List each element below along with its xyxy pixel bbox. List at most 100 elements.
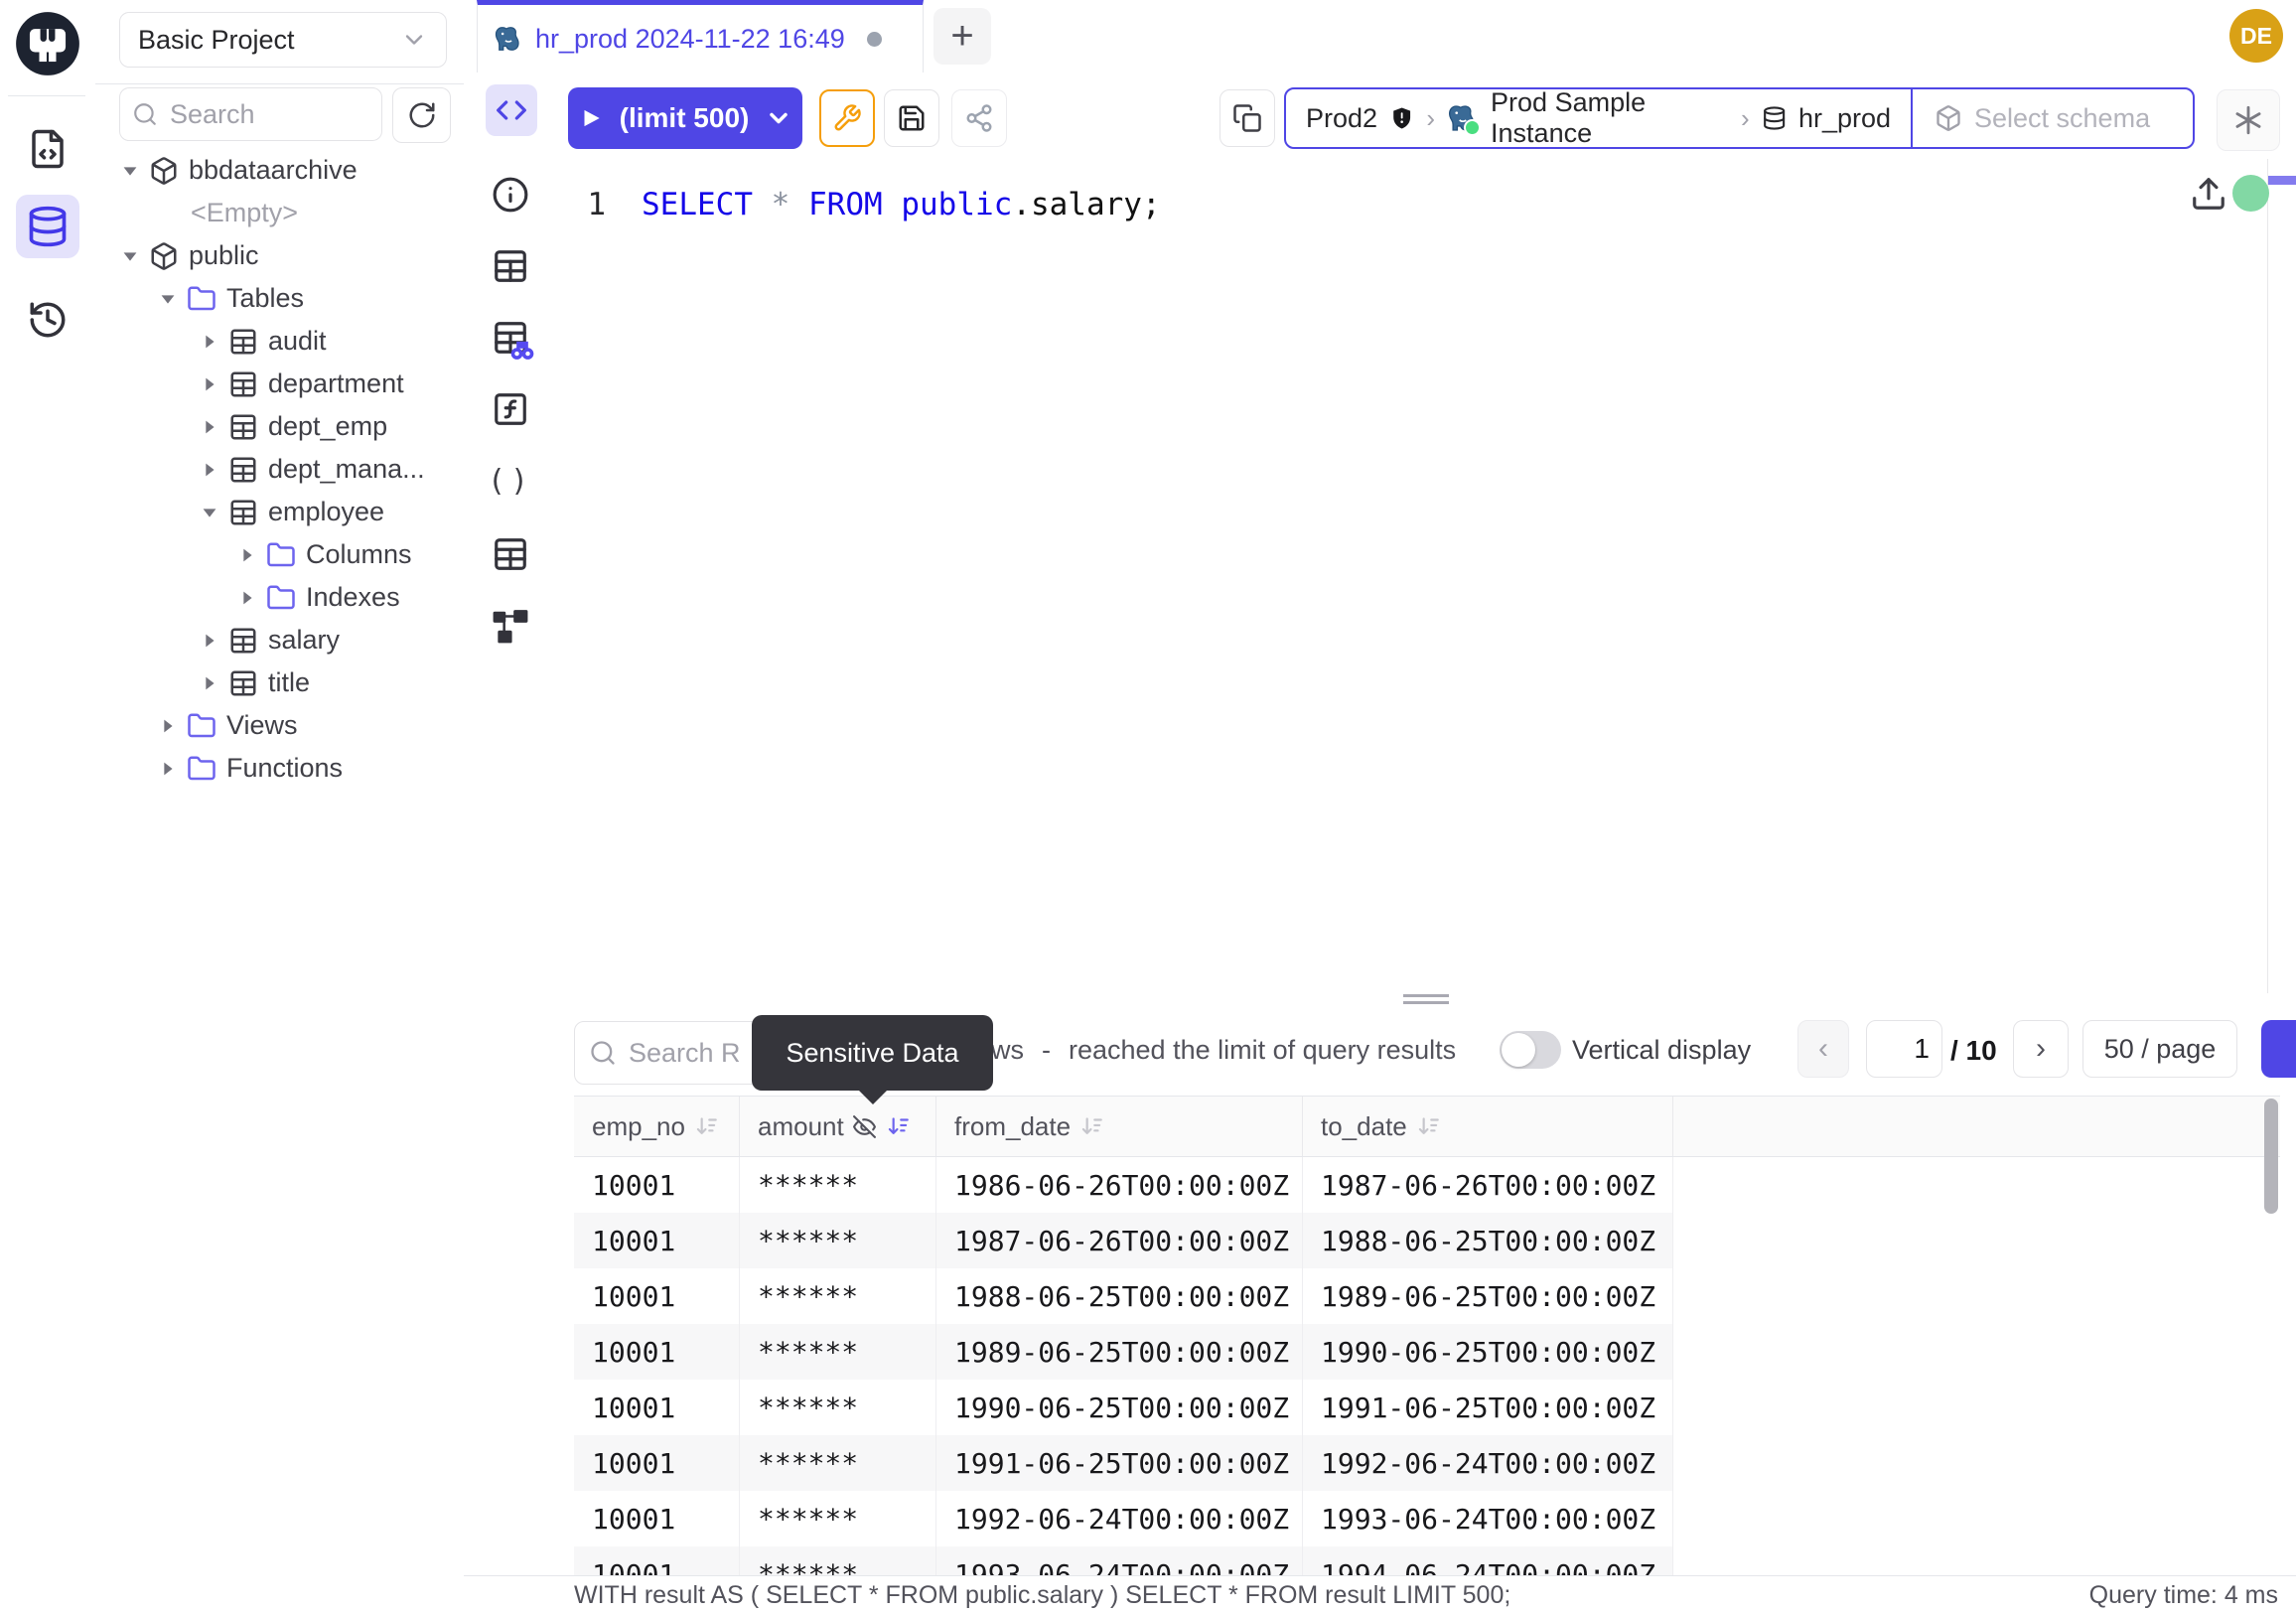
procedures-panel-icon[interactable]: () xyxy=(491,461,530,501)
cell[interactable]: 1988-06-25T00:00:00Z xyxy=(936,1268,1303,1324)
sidebar-search[interactable] xyxy=(119,87,382,141)
cell[interactable]: 10001 xyxy=(574,1546,740,1575)
table-row[interactable]: 10001******1988-06-25T00:00:00Z1989-06-2… xyxy=(574,1268,2280,1324)
project-select[interactable]: Basic Project xyxy=(119,12,447,68)
tree-item-department[interactable]: department xyxy=(95,363,464,405)
avatar[interactable]: DE xyxy=(2229,9,2283,63)
refresh-button[interactable] xyxy=(392,87,451,143)
tree-item-tables[interactable]: Tables xyxy=(95,277,464,320)
ai-assistant-button[interactable] xyxy=(2217,89,2280,151)
cell[interactable]: ****** xyxy=(740,1435,936,1491)
sort-icon[interactable] xyxy=(885,1113,911,1139)
cell[interactable]: 1994-06-24T00:00:00Z xyxy=(1303,1546,1673,1575)
column-header-from-date[interactable]: from_date xyxy=(936,1097,1303,1156)
cell[interactable]: ****** xyxy=(740,1324,936,1380)
cell[interactable]: 1988-06-25T00:00:00Z xyxy=(1303,1213,1673,1268)
cell[interactable]: ****** xyxy=(740,1546,936,1575)
schema-select[interactable]: Select schema xyxy=(1913,103,2172,134)
column-header-amount[interactable]: amount xyxy=(740,1097,936,1156)
cell[interactable]: 10001 xyxy=(574,1435,740,1491)
sort-icon[interactable] xyxy=(1078,1113,1104,1139)
column-header-emp-no[interactable]: emp_no xyxy=(574,1097,740,1156)
table-row[interactable]: 10001******1992-06-24T00:00:00Z1993-06-2… xyxy=(574,1491,2280,1546)
tree-item-indexes[interactable]: Indexes xyxy=(95,576,464,619)
upload-icon[interactable] xyxy=(2190,175,2227,213)
cell[interactable]: 10001 xyxy=(574,1157,740,1213)
share-button[interactable] xyxy=(951,89,1007,147)
history-nav-icon[interactable] xyxy=(24,296,72,344)
tree-item-employee[interactable]: employee xyxy=(95,491,464,533)
schema-diagram-panel-icon[interactable] xyxy=(491,606,530,646)
table-row[interactable]: 10001******1989-06-25T00:00:00Z1990-06-2… xyxy=(574,1324,2280,1380)
chevron-down-icon[interactable] xyxy=(765,104,792,132)
panel-splitter[interactable] xyxy=(556,993,2296,1005)
cell[interactable]: 1991-06-25T00:00:00Z xyxy=(936,1435,1303,1491)
cell[interactable]: 1986-06-26T00:00:00Z xyxy=(936,1157,1303,1213)
cell[interactable]: 1990-06-25T00:00:00Z xyxy=(936,1380,1303,1435)
cell[interactable]: 1993-06-24T00:00:00Z xyxy=(1303,1491,1673,1546)
sensitive-data-panel-icon[interactable] xyxy=(491,318,530,358)
cell[interactable]: ****** xyxy=(740,1157,936,1213)
sort-icon[interactable] xyxy=(1415,1113,1441,1139)
code-panel-button[interactable] xyxy=(486,84,537,136)
tab-hr-prod[interactable]: hr_prod 2024-11-22 16:49 xyxy=(477,0,924,73)
page-number-box[interactable] xyxy=(1866,1020,1942,1078)
functions-panel-icon[interactable] xyxy=(491,389,530,429)
cell[interactable]: 10001 xyxy=(574,1213,740,1268)
tree-item-bbdataarchive[interactable]: bbdataarchive xyxy=(95,149,464,192)
cell[interactable]: ****** xyxy=(740,1268,936,1324)
page-size-select[interactable]: 50 / page xyxy=(2082,1020,2237,1078)
cell[interactable]: 1990-06-25T00:00:00Z xyxy=(1303,1324,1673,1380)
save-button[interactable] xyxy=(884,89,939,147)
editor-scrollbar[interactable] xyxy=(2267,159,2296,993)
cell[interactable]: ****** xyxy=(740,1213,936,1268)
tree-item-columns[interactable]: Columns xyxy=(95,533,464,576)
table-row[interactable]: 10001******1987-06-26T00:00:00Z1988-06-2… xyxy=(574,1213,2280,1268)
cell[interactable]: 1992-06-24T00:00:00Z xyxy=(936,1491,1303,1546)
cell[interactable]: 1993-06-24T00:00:00Z xyxy=(936,1546,1303,1575)
tree-item-dept-manager[interactable]: dept_mana... xyxy=(95,448,464,491)
sort-icon[interactable] xyxy=(693,1113,719,1139)
code-line[interactable]: 1 SELECT * FROM public.salary; xyxy=(556,183,2244,226)
tree-item-views[interactable]: Views xyxy=(95,704,464,747)
cell[interactable]: 1989-06-25T00:00:00Z xyxy=(936,1324,1303,1380)
cell[interactable]: 1989-06-25T00:00:00Z xyxy=(1303,1268,1673,1324)
tree-item-dept-emp[interactable]: dept_emp xyxy=(95,405,464,448)
new-tab-button[interactable]: + xyxy=(933,8,991,65)
cell[interactable]: 10001 xyxy=(574,1491,740,1546)
prev-page-button[interactable]: ‹ xyxy=(1797,1020,1849,1078)
run-query-button[interactable]: (limit 500) xyxy=(568,87,802,149)
batch-query-button[interactable] xyxy=(1220,89,1275,147)
tree-item-public[interactable]: public xyxy=(95,234,464,277)
cell[interactable]: 1987-06-26T00:00:00Z xyxy=(1303,1157,1673,1213)
table-row[interactable]: 10001******1991-06-25T00:00:00Z1992-06-2… xyxy=(574,1435,2280,1491)
bytebase-logo-icon[interactable] xyxy=(14,10,81,77)
eye-off-icon[interactable] xyxy=(852,1114,877,1139)
cell[interactable]: ****** xyxy=(740,1491,936,1546)
column-header-to-date[interactable]: to_date xyxy=(1303,1097,1673,1156)
cell[interactable]: 1987-06-26T00:00:00Z xyxy=(936,1213,1303,1268)
tree-item-functions[interactable]: Functions xyxy=(95,747,464,790)
worksheet-nav-icon[interactable] xyxy=(24,125,72,173)
editor-scrollbar-thumb[interactable] xyxy=(2268,176,2296,185)
toggle-knob[interactable] xyxy=(1502,1033,1535,1067)
cell[interactable]: 10001 xyxy=(574,1268,740,1324)
tree-item-salary[interactable]: salary xyxy=(95,619,464,661)
cell[interactable]: 1992-06-24T00:00:00Z xyxy=(1303,1435,1673,1491)
cell[interactable]: ****** xyxy=(740,1380,936,1435)
export-button[interactable] xyxy=(2261,1020,2296,1078)
database-nav-icon[interactable] xyxy=(16,195,79,258)
cell[interactable]: 1991-06-25T00:00:00Z xyxy=(1303,1380,1673,1435)
connection-context[interactable]: Prod2 › Prod Sample Instance › hr_prod xyxy=(1286,87,1911,149)
connection-breadcrumb[interactable]: Prod2 › Prod Sample Instance › hr_prod S… xyxy=(1284,87,2195,149)
format-sql-button[interactable] xyxy=(819,89,875,147)
cell[interactable]: 10001 xyxy=(574,1324,740,1380)
table-row[interactable]: 10001******1986-06-26T00:00:00Z1987-06-2… xyxy=(574,1157,2280,1213)
tables-panel-icon[interactable] xyxy=(491,246,530,286)
tree-item-title[interactable]: title xyxy=(95,661,464,704)
sql-statement[interactable]: SELECT * FROM public.salary; xyxy=(642,187,1161,222)
external-tables-panel-icon[interactable] xyxy=(491,534,530,574)
info-panel-icon[interactable] xyxy=(491,175,530,215)
page-number-input[interactable] xyxy=(1867,1021,1941,1077)
next-page-button[interactable]: › xyxy=(2013,1020,2069,1078)
